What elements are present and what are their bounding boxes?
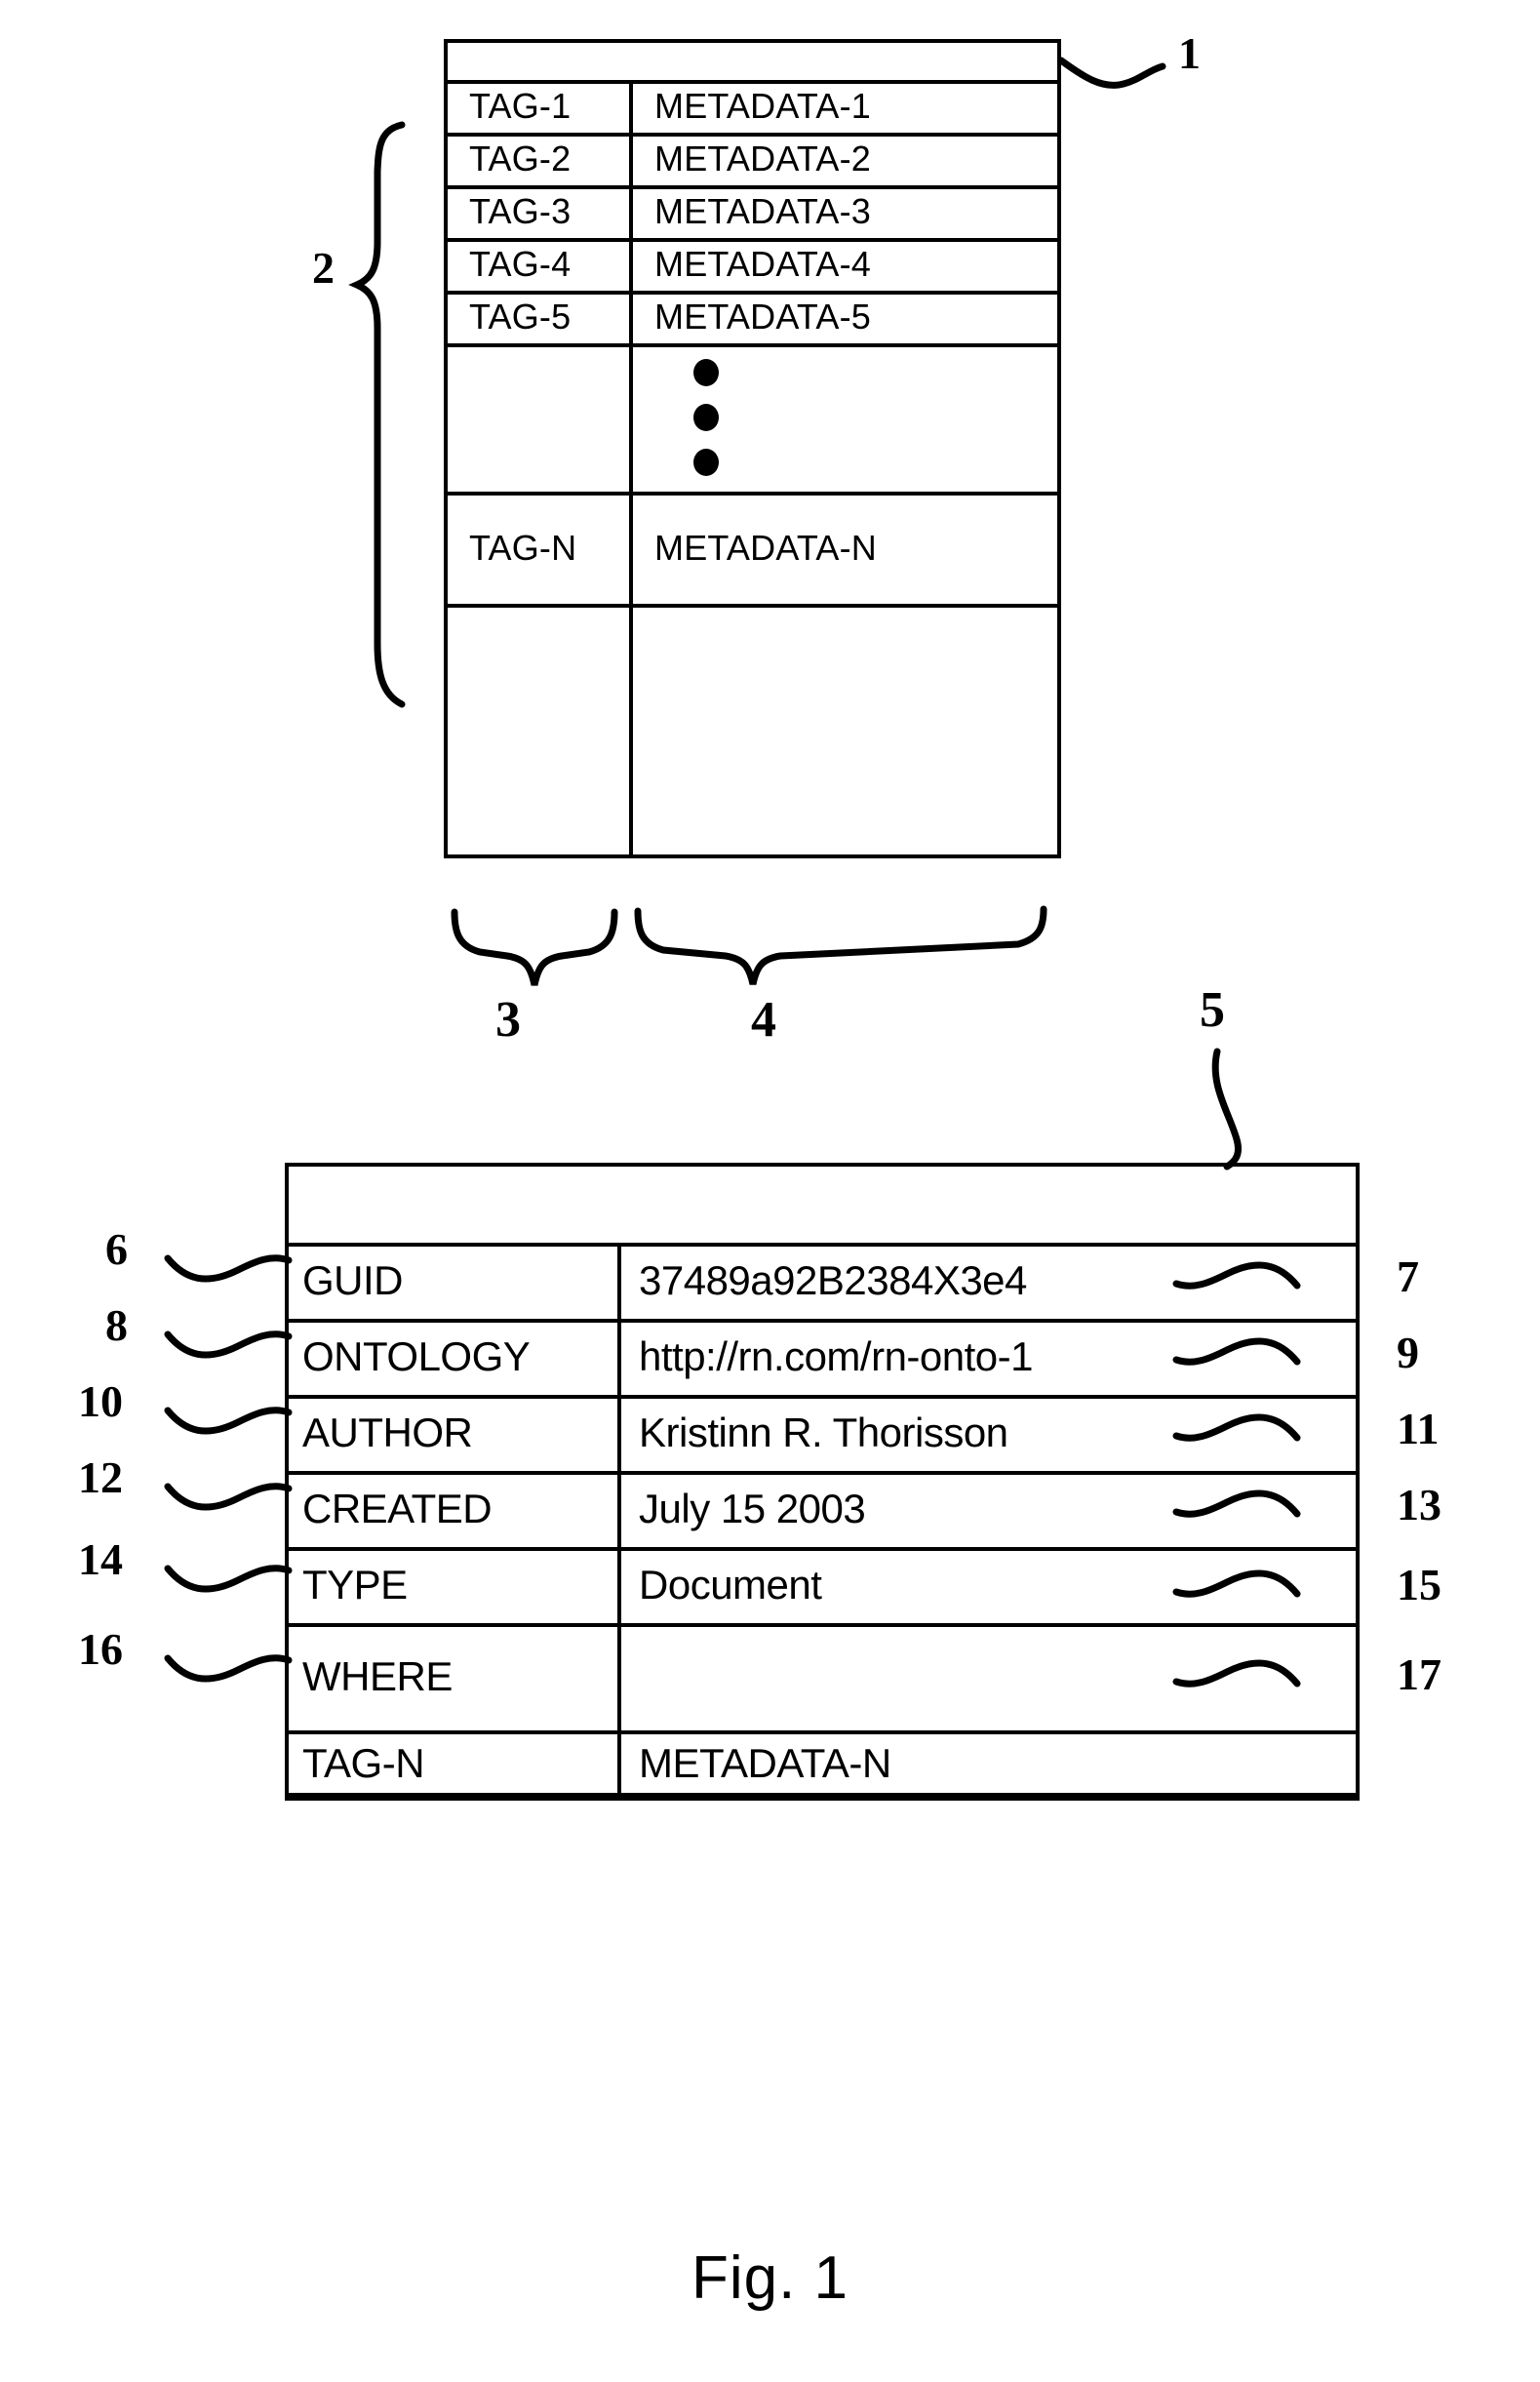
tag-cell: TAG-5 xyxy=(469,297,572,337)
tag-cell: TAG-1 xyxy=(469,86,572,126)
table-row: CREATED July 15 2003 xyxy=(289,1471,1356,1547)
brace-3 xyxy=(451,908,618,986)
row-divider xyxy=(285,1797,1360,1801)
table-row: AUTHOR Kristinn R. Thorisson xyxy=(289,1395,1356,1471)
ref-numeral-10: 10 xyxy=(78,1376,123,1426)
ref-numeral-17: 17 xyxy=(1397,1649,1441,1699)
ref-numeral-2: 2 xyxy=(312,243,335,293)
metadata-cell: METADATA-2 xyxy=(654,139,872,179)
leader-line-5 xyxy=(1211,1048,1243,1171)
field-value-cell: http://rn.com/rn-onto-1 xyxy=(639,1333,1034,1379)
field-value-cell: Document xyxy=(639,1562,822,1608)
field-key-cell: GUID xyxy=(302,1257,404,1303)
patent-figure-1: TAG-1 METADATA-1 TAG-2 METADATA-2 TAG-3 … xyxy=(0,0,1540,2382)
table-row: TAG-N METADATA-N xyxy=(289,1730,1356,1797)
ref-numeral-16: 16 xyxy=(78,1624,123,1674)
ref-numeral-3: 3 xyxy=(495,992,521,1048)
tag-cell: TAG-4 xyxy=(469,244,572,284)
field-value-cell xyxy=(621,1623,1356,1730)
ref-numeral-6: 6 xyxy=(105,1224,128,1274)
leader-line-6 xyxy=(164,1254,293,1283)
field-value-cell: July 15 2003 xyxy=(639,1486,866,1531)
table-row: WHERE xyxy=(289,1623,1356,1730)
figure-caption: Fig. 1 xyxy=(691,2244,849,2312)
brace-4 xyxy=(634,905,1047,985)
metadata-cell: METADATA-N xyxy=(654,527,877,568)
metadata-cell: METADATA-4 xyxy=(654,244,872,284)
leader-line-1 xyxy=(1057,57,1166,89)
field-key-cell: WHERE xyxy=(302,1653,453,1699)
ref-numeral-5: 5 xyxy=(1200,982,1225,1038)
field-key-cell: TYPE xyxy=(302,1562,408,1608)
ref-numeral-11: 11 xyxy=(1397,1404,1440,1453)
metadata-cell: METADATA-3 xyxy=(654,191,872,231)
ref-numeral-13: 13 xyxy=(1397,1480,1441,1529)
brace-2 xyxy=(348,121,406,708)
vertical-ellipsis-icon xyxy=(633,347,779,488)
field-value-cell: Kristinn R. Thorisson xyxy=(639,1409,1008,1455)
field-key-cell: AUTHOR xyxy=(302,1409,473,1455)
table-row: GUID 37489a92B2384X3e4 xyxy=(289,1243,1356,1319)
table-row: ONTOLOGY http://rn.com/rn-onto-1 xyxy=(289,1319,1356,1395)
metadata-cell: METADATA-5 xyxy=(654,297,872,337)
table-row: TAG-2 METADATA-2 xyxy=(448,133,1057,185)
field-value-cell: 37489a92B2384X3e4 xyxy=(639,1257,1027,1303)
field-key-cell: ONTOLOGY xyxy=(302,1333,531,1379)
ellipsis-dot xyxy=(693,404,719,431)
ref-numeral-15: 15 xyxy=(1397,1560,1441,1609)
leader-line-14 xyxy=(164,1565,293,1593)
ref-numeral-9: 9 xyxy=(1397,1328,1419,1377)
ref-numeral-12: 12 xyxy=(78,1452,123,1502)
table-row: TAG-N METADATA-N xyxy=(448,492,1057,604)
ref-numeral-8: 8 xyxy=(105,1300,128,1350)
leader-line-8 xyxy=(164,1330,293,1359)
metadata-record-table: GUID 37489a92B2384X3e4 ONTOLOGY http://r… xyxy=(285,1163,1360,1801)
field-key-cell: TAG-N xyxy=(302,1740,425,1786)
table-row: TAG-3 METADATA-3 xyxy=(448,185,1057,238)
ellipsis-dot xyxy=(693,359,719,386)
ref-numeral-1: 1 xyxy=(1178,28,1201,78)
ref-numeral-14: 14 xyxy=(78,1534,123,1584)
field-value-cell: METADATA-N xyxy=(639,1740,891,1786)
field-key-cell: CREATED xyxy=(302,1486,493,1531)
leader-line-16 xyxy=(164,1654,293,1683)
metadata-cell: METADATA-1 xyxy=(654,86,872,126)
ref-numeral-4: 4 xyxy=(751,992,776,1048)
ellipsis-dot xyxy=(693,449,719,476)
ref-numeral-7: 7 xyxy=(1397,1251,1419,1301)
table-row: TAG-5 METADATA-5 xyxy=(448,291,1057,343)
table-row: TAG-4 METADATA-4 xyxy=(448,238,1057,291)
leader-line-10 xyxy=(164,1407,293,1435)
row-divider xyxy=(444,604,1061,608)
table-row: TYPE Document xyxy=(289,1547,1356,1623)
tag-metadata-table: TAG-1 METADATA-1 TAG-2 METADATA-2 TAG-3 … xyxy=(444,39,1061,858)
tag-cell: TAG-N xyxy=(469,527,577,568)
leader-line-12 xyxy=(164,1483,293,1511)
tag-cell: TAG-2 xyxy=(469,139,572,179)
tag-cell: TAG-3 xyxy=(469,191,572,231)
table-row: TAG-1 METADATA-1 xyxy=(448,80,1057,133)
